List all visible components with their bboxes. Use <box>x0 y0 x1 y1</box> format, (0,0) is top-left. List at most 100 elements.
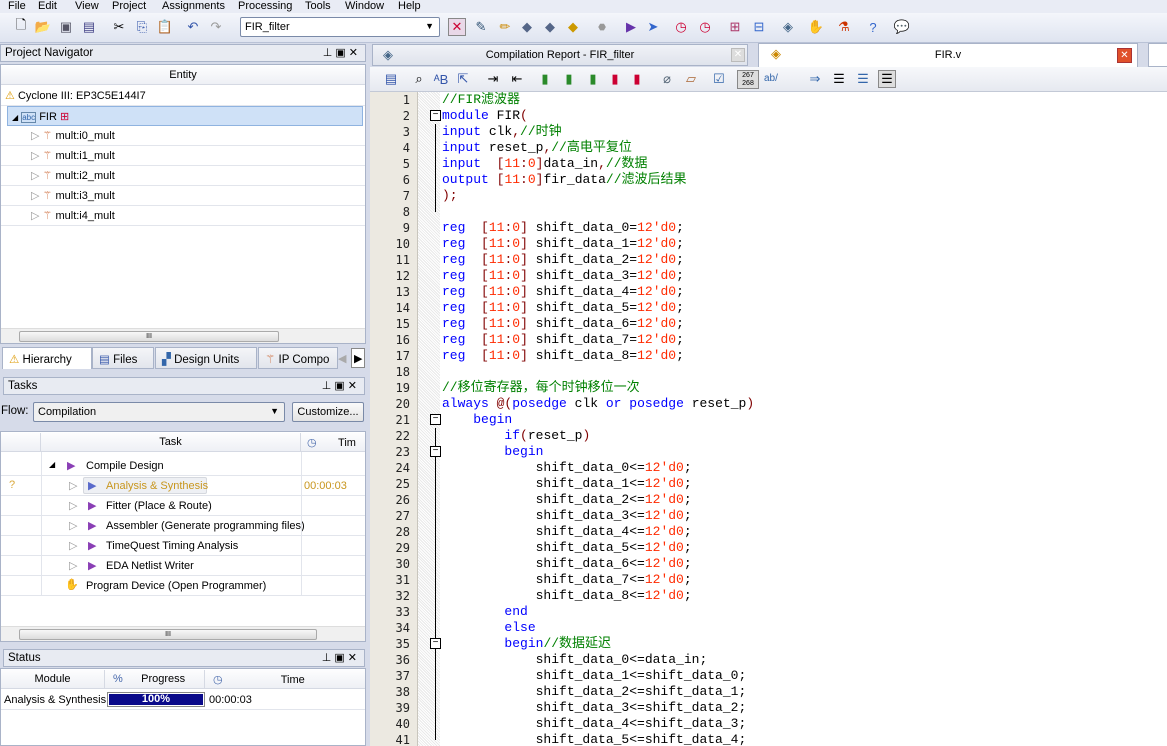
comment-icon[interactable]: ☰ <box>830 70 848 88</box>
insert-template-icon[interactable]: ▤ <box>382 70 400 88</box>
code-editor[interactable]: 1//FIR滤波器 2 module FIR(3 input clk,//时钟 4 inp… <box>370 92 1167 746</box>
goto-line-icon[interactable]: ⇒ <box>806 70 824 88</box>
device-row[interactable]: ⚠ Cyclone III: EP3C5E144I7 <box>1 86 365 106</box>
code-line[interactable]: shift_data_2<=shift_data_1; <box>442 684 747 700</box>
panel-controls[interactable]: ⊥▣✕ <box>322 651 360 664</box>
code-line[interactable]: reg [11:0] shift_data_7=12'd0; <box>442 332 684 348</box>
tab-scroll-right[interactable]: ▶ <box>351 348 365 368</box>
code-line[interactable]: begin <box>442 412 512 428</box>
tree-item[interactable]: ▷ ⚚ mult:i2_mult <box>1 166 365 186</box>
code-line[interactable]: input clk,//时钟 <box>442 124 562 140</box>
code-line[interactable]: shift_data_4<=shift_data_3; <box>442 716 747 732</box>
code-line[interactable]: begin <box>442 444 543 460</box>
signaltap-icon[interactable]: ⚗ <box>835 18 853 36</box>
code-line[interactable]: input [11:0]data_in,//数据 <box>442 156 648 172</box>
save-icon[interactable]: ▣ <box>57 18 75 36</box>
pin-planner-icon[interactable]: ✎ <box>472 18 490 36</box>
code-line[interactable]: shift_data_0<=data_in; <box>442 652 708 668</box>
chip-planner-icon[interactable]: ✕ <box>448 18 466 36</box>
help-icon[interactable]: ? <box>864 18 882 36</box>
undo-icon[interactable]: ↶ <box>184 18 202 36</box>
redo-icon[interactable]: ↷ <box>207 18 225 36</box>
replace-icon[interactable]: ᴬB <box>432 70 450 88</box>
panel-controls[interactable]: ⊥▣✕ <box>322 379 360 392</box>
project-combo[interactable]: FIR_filter ▼ <box>240 17 440 37</box>
code-line[interactable]: shift_data_3<=shift_data_2; <box>442 700 747 716</box>
code-line[interactable]: shift_data_0<=12'd0; <box>442 460 692 476</box>
tab-hierarchy[interactable]: ⚠ Hierarchy <box>2 347 92 369</box>
time-column-header[interactable]: ◷ Time <box>205 670 365 689</box>
goto-icon[interactable]: ⇱ <box>454 70 472 88</box>
code-line[interactable]: //FIR滤波器 <box>442 92 520 108</box>
start-compilation-icon[interactable]: ▶ <box>622 18 640 36</box>
tab-design-units[interactable]: ▞ Design Units <box>155 347 257 369</box>
code-line[interactable]: else <box>442 620 535 636</box>
task-row[interactable]: ✋ Program Device (Open Programmer) <box>1 576 365 596</box>
uncomment-icon[interactable]: ☰ <box>854 70 872 88</box>
code-line[interactable]: reg [11:0] shift_data_8=12'd0; <box>442 348 684 364</box>
tree-item[interactable]: ▷ ⚚ mult:i1_mult <box>1 146 365 166</box>
code-line[interactable]: reg [11:0] shift_data_0=12'd0; <box>442 220 684 236</box>
menu-assignments[interactable]: Assignments <box>162 0 225 13</box>
open-icon[interactable]: 📂 <box>34 18 52 36</box>
tab-compilation-report[interactable]: ◈ Compilation Report - FIR_filter ✕ <box>372 44 748 66</box>
rtl-viewer-icon[interactable]: ⊞ <box>726 18 744 36</box>
fold-toggle-icon[interactable]: − <box>430 110 441 121</box>
copy-icon[interactable]: ⎘ <box>133 18 151 36</box>
bookmark-icon[interactable]: ▮ <box>536 70 554 88</box>
programmer-icon[interactable]: ✋ <box>807 18 825 36</box>
progress-column-header[interactable]: % Progress <box>105 670 205 689</box>
time-column-header[interactable]: ◷ Tim <box>301 433 365 452</box>
menu-help[interactable]: Help <box>398 0 421 13</box>
close-tab-icon[interactable]: ✕ <box>1117 48 1132 63</box>
analysis-icon[interactable]: ◆ <box>541 18 559 36</box>
clear-all-bookmarks-icon[interactable]: ▮ <box>628 70 646 88</box>
menu-view[interactable]: View <box>75 0 99 13</box>
horizontal-scrollbar[interactable]: III <box>1 626 365 641</box>
module-column-header[interactable]: Module <box>1 670 105 689</box>
increase-indent-icon[interactable]: ⇥ <box>484 70 502 88</box>
tab-files[interactable]: ▤ Files <box>92 347 154 369</box>
task-column-header[interactable]: Task <box>41 433 301 452</box>
code-line[interactable]: shift_data_8<=12'd0; <box>442 588 692 604</box>
fold-toggle-icon[interactable]: − <box>430 638 441 649</box>
fold-toggle-icon[interactable]: − <box>430 414 441 425</box>
settings-icon[interactable]: ◆ <box>518 18 536 36</box>
feedback-icon[interactable]: 💬 <box>893 18 911 36</box>
code-line[interactable]: shift_data_4<=12'd0; <box>442 524 692 540</box>
decrease-indent-icon[interactable]: ⇤ <box>508 70 526 88</box>
menu-processing[interactable]: Processing <box>238 0 292 13</box>
code-line[interactable]: shift_data_2<=12'd0; <box>442 492 692 508</box>
panel-controls[interactable]: ⊥▣✕ <box>323 46 361 59</box>
task-row[interactable]: ▷ ▶ TimeQuest Timing Analysis <box>1 536 365 556</box>
code-line[interactable]: shift_data_5<=12'd0; <box>442 540 692 556</box>
tab-fir-v[interactable]: ◈ FIR.v ✕ <box>758 43 1138 67</box>
next-bookmark-icon[interactable]: ▮ <box>560 70 578 88</box>
menu-project[interactable]: Project <box>112 0 146 13</box>
menu-tools[interactable]: Tools <box>305 0 331 13</box>
find-icon[interactable]: ⌕ <box>410 70 428 88</box>
view-icon[interactable]: ☰ <box>878 70 896 88</box>
code-line[interactable]: output [11:0]fir_data//滤波后结果 <box>442 172 687 188</box>
code-line[interactable]: shift_data_7<=12'd0; <box>442 572 692 588</box>
tree-item[interactable]: ▷ ⚚ mult:i0_mult <box>1 126 365 146</box>
start-analysis-icon[interactable]: ➤ <box>644 18 662 36</box>
flow-combo[interactable]: Compilation ▼ <box>33 402 285 422</box>
line-numbers-toggle[interactable]: 267 268 <box>737 70 759 89</box>
menu-file[interactable]: File <box>8 0 26 13</box>
code-line[interactable]: shift_data_1<=shift_data_0; <box>442 668 747 684</box>
code-line[interactable]: shift_data_3<=12'd0; <box>442 508 692 524</box>
prev-bookmark-icon[interactable]: ▮ <box>584 70 602 88</box>
code-line[interactable]: shift_data_5<=shift_data_4; <box>442 732 747 746</box>
clear-bookmark-icon[interactable]: ▮ <box>606 70 624 88</box>
task-row[interactable]: ▷ ▶ EDA Netlist Writer <box>1 556 365 576</box>
tab-scroll-left[interactable]: ◀ <box>338 348 350 368</box>
horizontal-scrollbar[interactable]: III <box>1 328 365 343</box>
chip-icon[interactable]: ◈ <box>779 18 797 36</box>
customize-button[interactable]: Customize... <box>292 402 364 422</box>
scroll-icon[interactable]: ▱ <box>682 70 700 88</box>
code-line[interactable]: reg [11:0] shift_data_5=12'd0; <box>442 300 684 316</box>
technology-map-icon[interactable]: ⊟ <box>750 18 768 36</box>
assignment-editor-icon[interactable]: ✏ <box>496 18 514 36</box>
task-row[interactable]: ◢ ▶ Compile Design <box>1 456 365 476</box>
